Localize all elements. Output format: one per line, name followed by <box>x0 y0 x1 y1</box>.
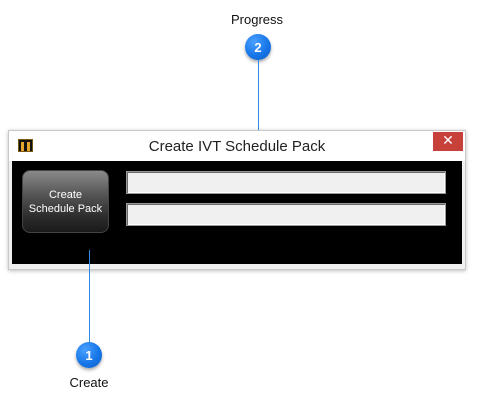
callout-progress-badge: 2 <box>245 34 271 60</box>
title-bar[interactable]: Create IVT Schedule Pack ✕ <box>9 131 465 161</box>
callout-progress-label: Progress <box>230 12 284 27</box>
canvas: Progress 2 Create IVT Schedule Pack ✕ Cr… <box>0 0 480 406</box>
window-title: Create IVT Schedule Pack <box>148 138 326 155</box>
close-button[interactable]: ✕ <box>433 132 463 151</box>
client-area: Create Schedule Pack <box>12 161 462 264</box>
create-schedule-pack-button[interactable]: Create Schedule Pack <box>22 170 109 233</box>
create-button-label: Create Schedule Pack <box>28 188 103 215</box>
callout-create-badge: 1 <box>76 342 102 368</box>
callout-create-line <box>89 250 90 344</box>
progress-bar-2 <box>126 203 446 226</box>
app-window: Create IVT Schedule Pack ✕ Create Schedu… <box>8 130 466 270</box>
callout-create-label: Create <box>69 375 109 390</box>
progress-bar-1 <box>126 171 446 194</box>
